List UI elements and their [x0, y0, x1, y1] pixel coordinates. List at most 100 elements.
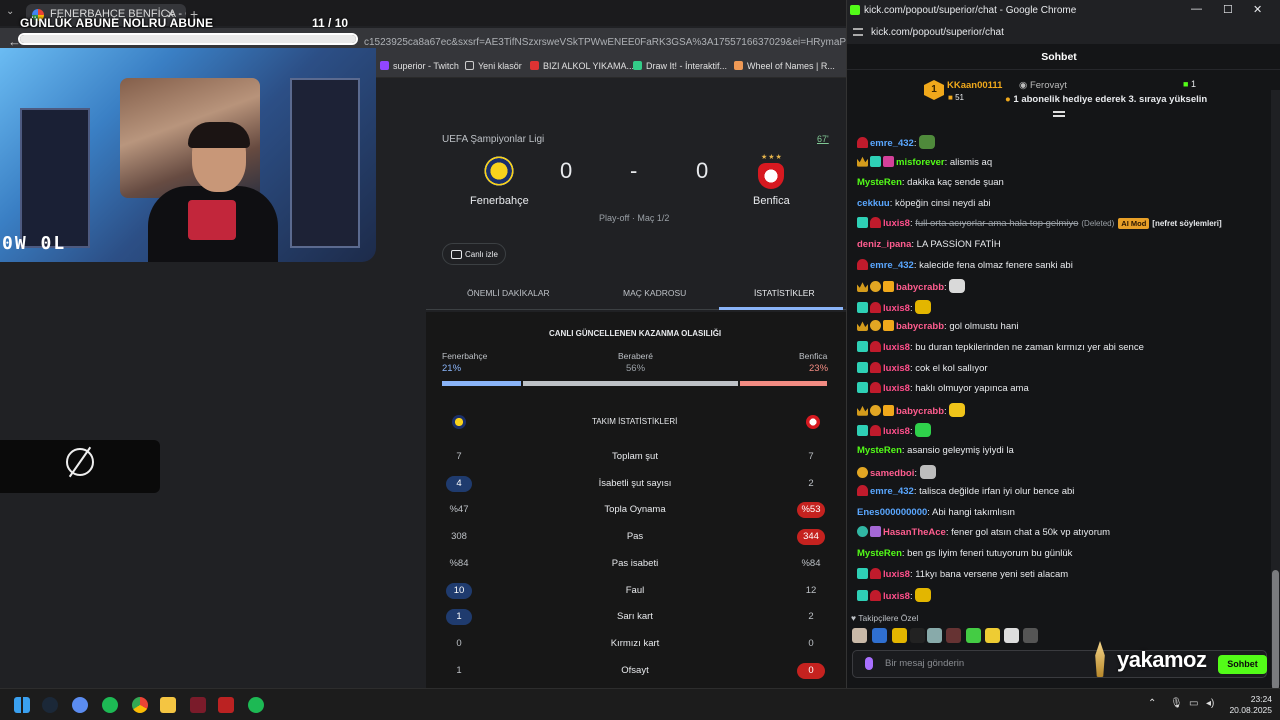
rank-badge-icon[interactable]	[857, 485, 868, 497]
chat-username[interactable]: MysteRen	[857, 445, 902, 456]
rank-badge-icon[interactable]	[870, 301, 881, 313]
emote-icon[interactable]	[852, 628, 867, 643]
emote-icon[interactable]	[966, 628, 981, 643]
tab-stats[interactable]: İSTATİSTİKLER	[754, 288, 815, 298]
chat-username[interactable]: luxis8	[883, 569, 910, 580]
home-team-name[interactable]: Fenerbahçe	[470, 195, 529, 207]
chat-username[interactable]: emre_432	[870, 486, 914, 497]
subscriber-badge-icon[interactable]	[870, 155, 881, 167]
subscriber-badge-icon[interactable]	[857, 341, 868, 352]
og-badge-icon[interactable]	[857, 466, 868, 478]
rank-badge-icon[interactable]	[870, 361, 881, 373]
chat-scrollbar[interactable]	[1271, 90, 1280, 690]
chat-username[interactable]: emre_432	[870, 260, 914, 271]
chat-username[interactable]: luxis8	[883, 303, 910, 314]
watch-live-button[interactable]: Canlı izle	[442, 243, 506, 265]
tray-chevron-icon[interactable]: ⌃	[1148, 698, 1156, 709]
emote-icon[interactable]	[927, 628, 942, 643]
crown-badge-icon[interactable]	[857, 321, 868, 332]
minimize-icon[interactable]: —	[1191, 3, 1202, 15]
maximize-icon[interactable]: ☐	[1223, 3, 1233, 16]
subscriber-badge-icon[interactable]	[857, 425, 868, 437]
chat-username[interactable]: luxis8	[883, 383, 910, 394]
subscriber-badge-icon[interactable]	[857, 590, 868, 602]
mic-icon[interactable]	[865, 657, 873, 670]
chat-username[interactable]: babycrabb	[896, 406, 944, 417]
chat-username[interactable]: cekkuu	[857, 198, 890, 209]
bookmark-item[interactable]: Yeni klasör	[465, 61, 522, 71]
rank-badge-icon[interactable]	[857, 258, 868, 270]
chat-username[interactable]: MysteRen	[857, 177, 902, 188]
tab-search-icon[interactable]: ⌄	[6, 6, 14, 17]
close-icon[interactable]: ✕	[1253, 3, 1262, 16]
chat-username[interactable]: luxis8	[883, 426, 910, 437]
clock[interactable]: 23:24 20.08.2025	[1228, 694, 1272, 716]
chat-username[interactable]: luxis8	[883, 218, 910, 229]
emote-icon[interactable]	[946, 628, 961, 643]
chat-username[interactable]: HasanTheAce	[883, 527, 946, 538]
rank-badge-icon[interactable]	[870, 567, 881, 579]
emote-icon[interactable]	[872, 628, 887, 643]
chat-emote-icon[interactable]	[915, 299, 932, 314]
chat-emote-icon[interactable]	[949, 279, 966, 294]
gift-leaderboard[interactable]: 1 KKaan00111 ■ 51 ◉ Ferovayt ● 1 aboneli…	[847, 70, 1271, 117]
chat-username[interactable]: samedboi	[870, 468, 914, 479]
network-icon[interactable]: ▭	[1189, 698, 1198, 709]
emote-icon[interactable]	[892, 628, 907, 643]
emote-icon[interactable]	[985, 628, 1000, 643]
tab-lineups[interactable]: MAÇ KADROSU	[623, 288, 686, 298]
spotify-icon[interactable]	[102, 697, 118, 713]
rank-badge-icon[interactable]	[857, 137, 868, 148]
emote-icon[interactable]	[910, 628, 925, 643]
bookmark-item[interactable]: BIZI ALKOL YIKAMA...	[530, 61, 634, 71]
subscriber-badge-icon[interactable]	[857, 217, 868, 229]
scrollbar-thumb[interactable]	[1272, 570, 1279, 690]
chat-username[interactable]: babycrabb	[896, 282, 944, 293]
rank-badge-icon[interactable]	[870, 382, 881, 394]
chat-username[interactable]: MysteRen	[857, 548, 902, 559]
chat-username[interactable]: luxis8	[883, 342, 910, 353]
url-text[interactable]: c1523925ca8a67ec&sxsrf=AE3TifNSzxrsweVSk…	[364, 37, 906, 48]
spotify-icon[interactable]	[248, 697, 264, 713]
rank-badge-icon[interactable]	[870, 425, 881, 437]
chat-username[interactable]: deniz_ipana	[857, 239, 911, 250]
crown-badge-icon[interactable]	[857, 156, 868, 167]
steam-icon[interactable]	[42, 697, 58, 713]
bookmark-item[interactable]: superior - Twitch	[380, 61, 459, 71]
file-explorer-icon[interactable]	[160, 697, 176, 713]
bookmark-item[interactable]: Draw It! - İnteraktif...	[633, 61, 727, 71]
chat-emote-icon[interactable]	[915, 423, 932, 438]
rank-badge-icon[interactable]	[870, 217, 881, 229]
og-badge-icon[interactable]	[870, 320, 881, 332]
gift-badge-icon[interactable]	[883, 281, 894, 293]
purple-badge-icon[interactable]	[870, 526, 881, 538]
rank-badge-icon[interactable]	[870, 341, 881, 352]
teal-badge-icon[interactable]	[857, 526, 868, 538]
volume-icon[interactable]: ◂)	[1206, 698, 1214, 709]
subscriber-badge-icon[interactable]	[857, 301, 868, 313]
discord-icon[interactable]	[72, 697, 88, 713]
og-badge-icon[interactable]	[870, 404, 881, 416]
subscriber-badge-icon[interactable]	[857, 361, 868, 373]
chat-username[interactable]: Enes000000000	[857, 507, 927, 518]
expand-chevron-icon[interactable]	[1053, 111, 1065, 117]
app-icon[interactable]	[190, 697, 206, 713]
gift-badge-icon[interactable]	[883, 320, 894, 332]
send-chat-button[interactable]: Sohbet	[1218, 655, 1267, 674]
chat-username[interactable]: babycrabb	[896, 321, 944, 332]
chat-username[interactable]: emre_432	[870, 138, 914, 149]
mic-tray-icon[interactable]: 🎙	[1170, 698, 1183, 709]
chat-username[interactable]: luxis8	[883, 363, 910, 374]
crown-badge-icon[interactable]	[857, 282, 868, 293]
crown-badge-icon[interactable]	[857, 405, 868, 416]
subscriber-badge-icon[interactable]	[857, 567, 868, 579]
chrome-icon[interactable]	[132, 697, 148, 713]
chat-emote-icon[interactable]	[919, 135, 936, 149]
windows-start-icon[interactable]	[14, 697, 30, 713]
rank-badge-icon[interactable]	[870, 590, 881, 602]
chat-username[interactable]: misforever	[896, 157, 945, 168]
chat-emote-icon[interactable]	[949, 402, 966, 417]
gifter-badge-icon[interactable]	[883, 155, 894, 167]
chat-username[interactable]: luxis8	[883, 591, 910, 602]
voice-app-icon[interactable]	[218, 697, 234, 713]
